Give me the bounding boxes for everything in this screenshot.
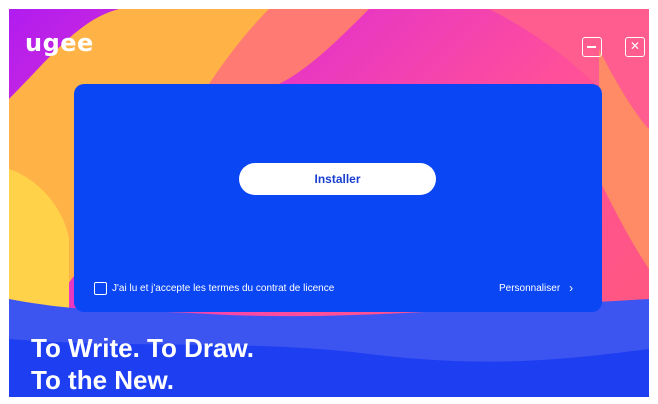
- close-button[interactable]: ✕: [625, 37, 645, 57]
- installer-window: ugee ✕ Installer J'ai lu et j'accepte le…: [9, 9, 649, 397]
- customize-label[interactable]: Personnaliser: [499, 283, 560, 294]
- chevron-right-icon[interactable]: ›: [569, 281, 573, 295]
- license-checkbox[interactable]: [94, 281, 107, 295]
- ugee-logo: ugee: [25, 29, 94, 57]
- minimize-button[interactable]: [582, 37, 602, 57]
- install-button[interactable]: Installer: [239, 163, 436, 195]
- license-agreement: J'ai lu et j'accepte les termes du contr…: [94, 280, 334, 296]
- close-icon: ✕: [629, 39, 641, 53]
- license-label[interactable]: J'ai lu et j'accepte les termes du contr…: [112, 283, 334, 294]
- slogan-line-1: To Write. To Draw.: [31, 333, 254, 363]
- install-panel: Installer J'ai lu et j'accepte les terme…: [74, 84, 602, 312]
- customize-link[interactable]: Personnaliser ›: [499, 281, 573, 295]
- minimize-icon: [587, 46, 596, 48]
- slogan-line-2: To the New.: [31, 365, 174, 395]
